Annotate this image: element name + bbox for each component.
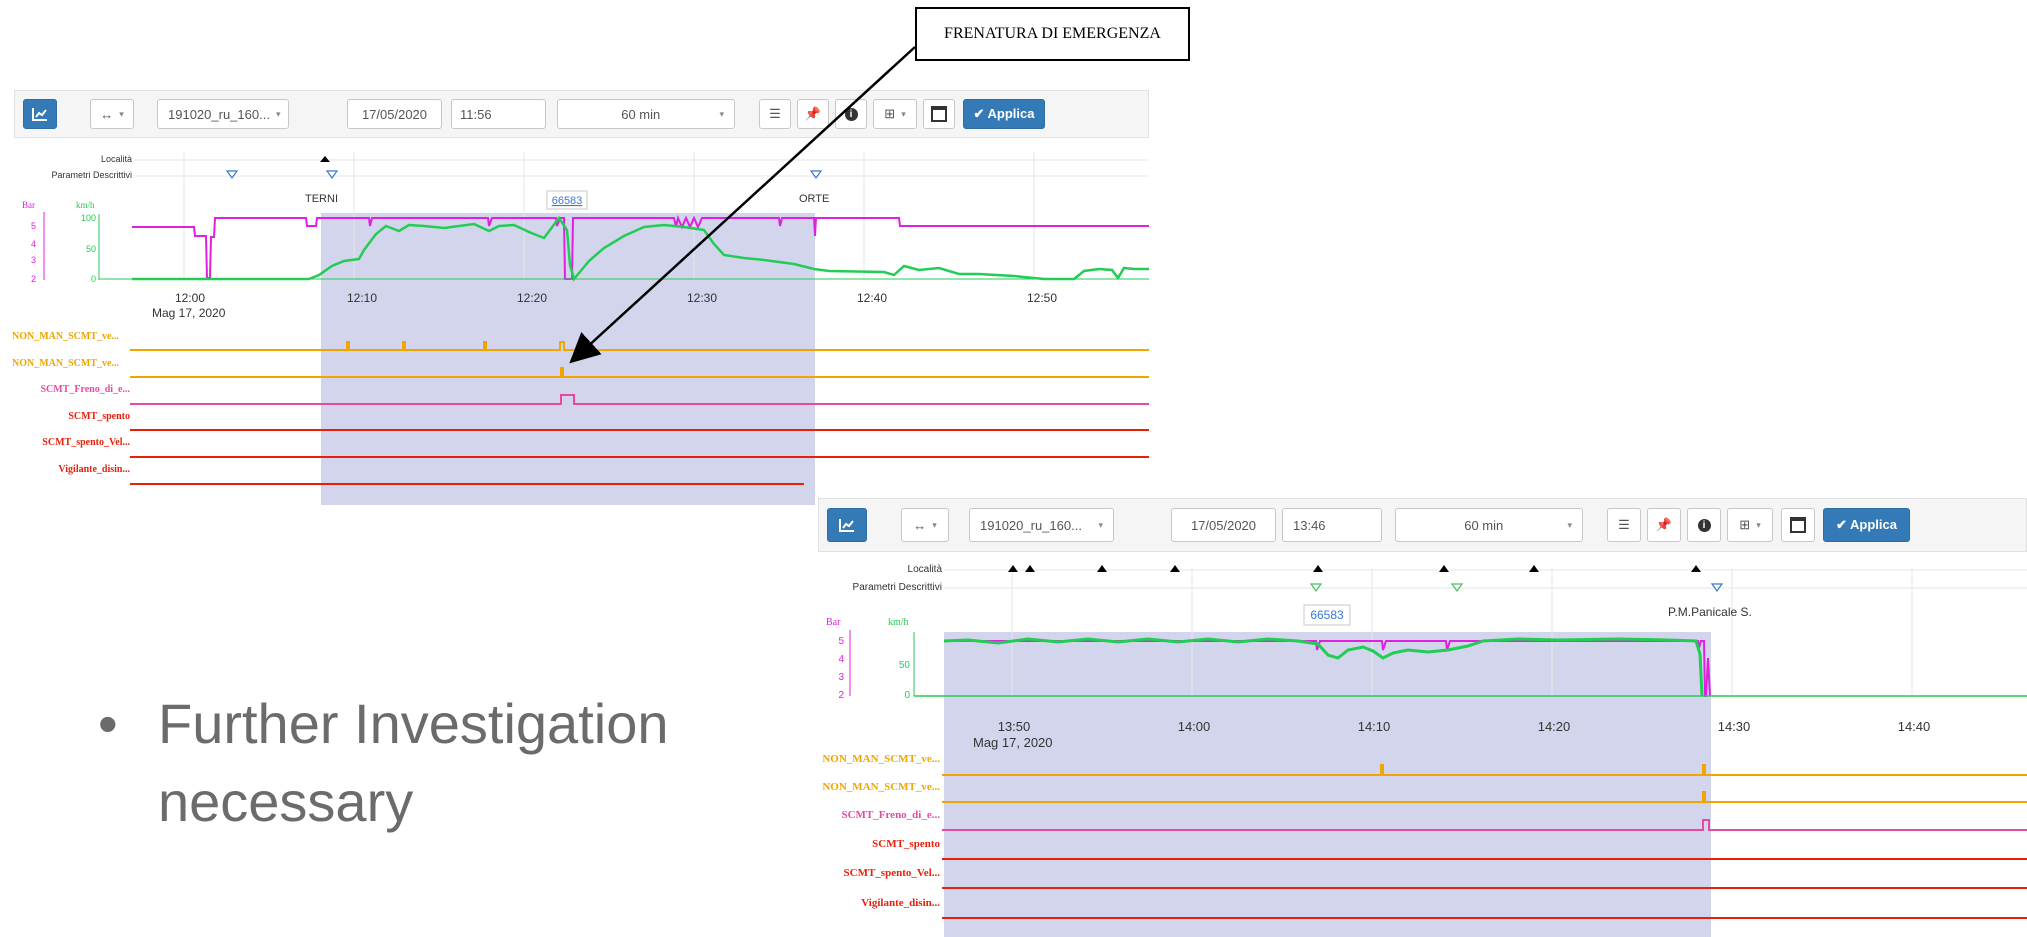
bar-tick: 2 (31, 274, 36, 284)
bullet-line-1: Further Investigation (158, 692, 669, 755)
location-marker[interactable] (320, 156, 330, 162)
location-marker[interactable] (1008, 565, 1018, 572)
bar-tick: 3 (838, 672, 844, 683)
params-row-label: Parametri Descrittivi (51, 170, 132, 180)
time-tick: 14:10 (1358, 719, 1391, 734)
time-tick: 14:40 (1898, 719, 1931, 734)
signal-label: Vigilante_disin... (861, 897, 940, 909)
time-tick: 12:00 (175, 291, 205, 305)
chart-panel-bottom: ↔ ▾ 191020_ru_160... ▾ 17/05/2020 13:46 60… (818, 498, 2027, 937)
bar-tick: 4 (838, 654, 844, 665)
time-tick: 12:10 (347, 291, 377, 305)
speed-tick: 50 (899, 660, 911, 671)
bar-unit-label: Bar (826, 617, 841, 628)
bar-tick: 3 (31, 255, 36, 265)
chart-area: Località Parametri Descrittivi TERNI ORT… (12, 152, 1149, 505)
param-marker[interactable] (809, 170, 823, 180)
location-marker[interactable] (1025, 565, 1035, 572)
signal-label: NON_MAN_SCMT_ve... (12, 331, 119, 342)
place-label: P.M.Panicale S. (1668, 605, 1752, 619)
signal-label: SCMT_spento (872, 838, 940, 850)
location-marker[interactable] (1313, 565, 1323, 572)
params-row-label: Parametri Descrittivi (853, 582, 942, 593)
location-marker[interactable] (1691, 565, 1701, 572)
location-marker[interactable] (1097, 565, 1107, 572)
chart-panel-top: ↔ ▾ 191020_ru_160... ▾ 17/05/2020 11:56 60… (12, 90, 1149, 510)
time-tick: 12:40 (857, 291, 887, 305)
signal-label: SCMT_Freno_di_e... (842, 809, 941, 821)
speed-unit-label: km/h (76, 200, 95, 210)
bullet-line-2: necessary (158, 770, 414, 833)
chart-area: Località Parametri Descrittivi P.M.Panic… (822, 564, 2027, 937)
time-tick: 12:50 (1027, 291, 1057, 305)
bar-tick: 2 (838, 690, 844, 701)
time-tick: 12:20 (517, 291, 547, 305)
speed-tick: 0 (904, 690, 910, 701)
time-tick: 14:30 (1718, 719, 1751, 734)
speed-tick: 0 (91, 274, 96, 284)
speed-tick: 50 (86, 244, 96, 254)
bar-unit-label: Bar (22, 200, 35, 210)
bullet-point: • (98, 692, 118, 755)
param-marker[interactable] (225, 170, 239, 180)
signal-label: SCMT_spento_Vel... (42, 437, 130, 448)
train-marker-label: 66583 (552, 195, 583, 207)
location-marker[interactable] (1170, 565, 1180, 572)
date-label: Mag 17, 2020 (152, 306, 226, 320)
bar-tick: 4 (31, 239, 36, 249)
signal-label: NON_MAN_SCMT_ve... (12, 358, 119, 369)
speed-tick: 100 (81, 213, 96, 223)
signal-label: SCMT_spento (68, 411, 130, 422)
bar-tick: 5 (31, 221, 36, 231)
location-marker[interactable] (1529, 565, 1539, 572)
emergency-braking-callout: FRENATURA DI EMERGENZA (915, 7, 1190, 61)
location-marker[interactable] (1439, 565, 1449, 572)
train-marker-label: 66583 (1310, 608, 1344, 622)
selected-range[interactable] (944, 632, 1711, 937)
bar-tick: 5 (838, 636, 844, 647)
place-label-terni: TERNI (305, 193, 338, 205)
signal-label: NON_MAN_SCMT_ve... (822, 753, 940, 765)
place-label-orte: ORTE (799, 193, 829, 205)
time-tick: 14:00 (1178, 719, 1211, 734)
time-tick: 14:20 (1538, 719, 1571, 734)
location-row-label: Località (908, 564, 943, 575)
signal-label: SCMT_spento_Vel... (844, 867, 941, 879)
param-marker[interactable] (325, 170, 339, 180)
date-label: Mag 17, 2020 (973, 735, 1053, 750)
location-row-label: Località (101, 154, 132, 164)
time-tick: 12:30 (687, 291, 717, 305)
speed-unit-label: km/h (888, 617, 909, 628)
signal-label: Vigilante_disin... (58, 464, 130, 475)
time-tick: 13:50 (998, 719, 1031, 734)
signal-label: SCMT_Freno_di_e... (40, 384, 130, 395)
signal-label: NON_MAN_SCMT_ve... (822, 781, 940, 793)
